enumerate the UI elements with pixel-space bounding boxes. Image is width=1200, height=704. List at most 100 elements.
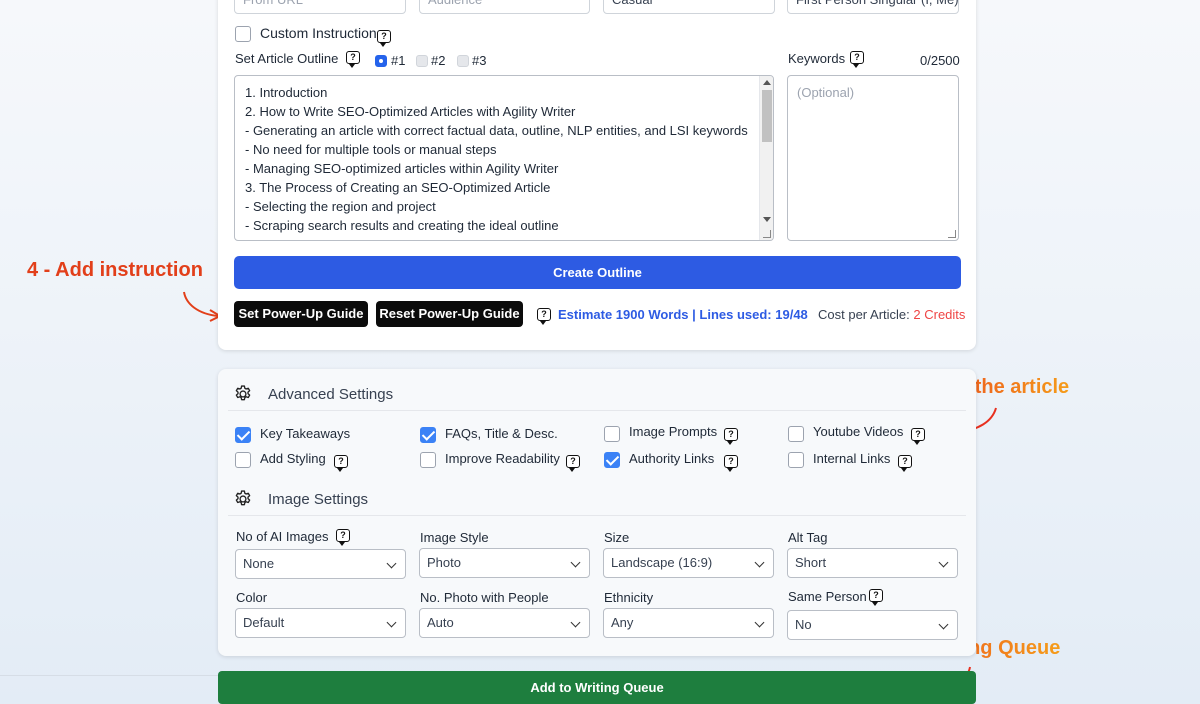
tone-select[interactable]: Casual [603, 0, 775, 14]
create-outline-button[interactable]: Create Outline [234, 256, 961, 289]
ai-images-label: No of AI Images [236, 529, 329, 544]
chevron-down-icon [570, 617, 581, 628]
advanced-settings-title: Advanced Settings [268, 386, 394, 403]
chevron-down-icon [938, 619, 949, 630]
photo-people-label: No. Photo with People [420, 590, 549, 605]
image-prompts-checkbox[interactable] [604, 426, 620, 442]
section-divider [228, 410, 966, 411]
source-select[interactable]: From URL [234, 0, 406, 14]
size-select[interactable]: Landscape (16:9) [603, 548, 774, 578]
color-label: Color [236, 590, 268, 605]
ai-images-select[interactable]: None [235, 549, 406, 579]
outline-line: - No need for multiple tools or manual s… [245, 142, 497, 157]
custom-instruction-checkbox[interactable] [235, 26, 251, 42]
resize-handle-icon[interactable] [948, 230, 956, 238]
outline-line: 3. The Process of Creating an SEO-Optimi… [245, 180, 551, 195]
alt-tag-label: Alt Tag [788, 530, 828, 545]
add-styling-checkbox[interactable] [235, 452, 251, 468]
authority-links-label: Authority Links [629, 451, 715, 466]
ethnicity-label: Ethnicity [604, 590, 654, 605]
size-label: Size [604, 530, 630, 545]
outline-option-3[interactable] [457, 55, 469, 67]
ethnicity-select[interactable]: Any [603, 608, 774, 638]
help-icon[interactable]: ? [334, 455, 348, 472]
keywords-textarea[interactable]: (Optional) [787, 75, 959, 241]
cost-label: Cost per Article: [818, 307, 910, 322]
set-power-up-guide-button[interactable]: Set Power-Up Guide [234, 301, 368, 327]
outline-option-2[interactable] [416, 55, 428, 67]
chevron-down-icon [386, 617, 397, 628]
outline-line: 1. Introduction [245, 85, 328, 100]
page-divider [0, 675, 218, 676]
key-takeaways-label: Key Takeaways [260, 426, 351, 441]
keywords-label: Keywords [788, 51, 846, 66]
image-style-select[interactable]: Photo [419, 548, 590, 578]
faqs-title-desc-checkbox[interactable] [420, 427, 436, 443]
help-icon[interactable]: ? [336, 529, 350, 546]
outline-line: - Managing SEO-optimized articles within… [245, 161, 559, 176]
chevron-down-icon [570, 557, 581, 568]
add-to-writing-queue-button[interactable]: Add to Writing Queue [218, 671, 976, 704]
color-select[interactable]: Default [235, 608, 406, 638]
key-takeaways-checkbox[interactable] [235, 427, 251, 443]
authority-links-checkbox[interactable] [604, 452, 620, 468]
outline-label: Set Article Outline [235, 51, 339, 66]
pov-select[interactable]: First Person Singular (I, Me) [787, 0, 959, 14]
image-style-label: Image Style [420, 530, 489, 545]
outline-option-2-label: #2 [431, 53, 446, 68]
estimate-text: Estimate 1900 Words | Lines used: 19/48 [558, 307, 808, 322]
help-icon[interactable]: ? [869, 589, 883, 606]
chevron-down-icon [754, 557, 765, 568]
chevron-down-icon [754, 617, 765, 628]
resize-handle-icon[interactable] [763, 230, 771, 238]
add-styling-label: Add Styling [260, 451, 326, 466]
outline-lines: 1. Introduction 2. How to Write SEO-Opti… [245, 83, 748, 235]
outline-line: - Selecting the region and project [245, 199, 436, 214]
internal-links-checkbox[interactable] [788, 452, 804, 468]
alt-tag-select[interactable]: Short [787, 548, 958, 578]
help-icon[interactable]: ? [346, 51, 360, 68]
outline-textarea[interactable]: 1. Introduction 2. How to Write SEO-Opti… [234, 75, 774, 241]
photo-people-select[interactable]: Auto [419, 608, 590, 638]
same-person-select[interactable]: No [787, 610, 958, 640]
section-divider [228, 515, 966, 516]
gear-icon [235, 490, 251, 506]
ethnicity-value: Any [611, 615, 634, 630]
help-icon[interactable]: ? [911, 428, 925, 445]
help-icon[interactable]: ? [724, 455, 738, 472]
scroll-down-icon[interactable] [763, 217, 771, 222]
scroll-thumb[interactable] [762, 90, 772, 142]
color-value: Default [243, 615, 285, 630]
size-value: Landscape (16:9) [611, 555, 713, 570]
cost-per-article: Cost per Article: 2 Credits [818, 307, 965, 322]
keywords-placeholder: (Optional) [797, 85, 855, 100]
help-icon[interactable]: ? [850, 51, 864, 68]
internal-links-label: Internal Links [813, 451, 891, 466]
outline-line: - Generating an article with correct fac… [245, 123, 748, 138]
outline-option-1[interactable] [375, 55, 387, 67]
youtube-videos-checkbox[interactable] [788, 426, 804, 442]
photo-people-value: Auto [427, 615, 454, 630]
help-icon[interactable]: ? [724, 428, 738, 445]
scroll-up-icon[interactable] [763, 80, 771, 85]
custom-instruction-label: Custom Instruction [260, 25, 377, 41]
audience-input[interactable]: Audience [419, 0, 590, 14]
outline-scrollbar[interactable] [759, 76, 773, 240]
improve-readability-checkbox[interactable] [420, 452, 436, 468]
outline-line: - Scraping search results and creating t… [245, 218, 559, 233]
help-icon[interactable]: ? [377, 30, 391, 47]
ai-images-value: None [243, 556, 275, 571]
alt-tag-value: Short [795, 555, 827, 570]
same-person-value: No [795, 617, 812, 632]
image-style-value: Photo [427, 555, 461, 570]
help-icon[interactable]: ? [898, 455, 912, 472]
youtube-videos-label: Youtube Videos [813, 424, 904, 439]
image-settings-title: Image Settings [268, 491, 369, 508]
help-icon[interactable]: ? [566, 455, 580, 472]
reset-power-up-guide-button[interactable]: Reset Power-Up Guide [376, 301, 523, 327]
outline-option-1-label: #1 [391, 53, 406, 68]
help-icon[interactable]: ? [537, 308, 551, 325]
cost-credits: 2 Credits [913, 307, 966, 322]
outline-line: 2. How to Write SEO-Optimized Articles w… [245, 104, 576, 119]
image-prompts-label: Image Prompts [629, 424, 718, 439]
